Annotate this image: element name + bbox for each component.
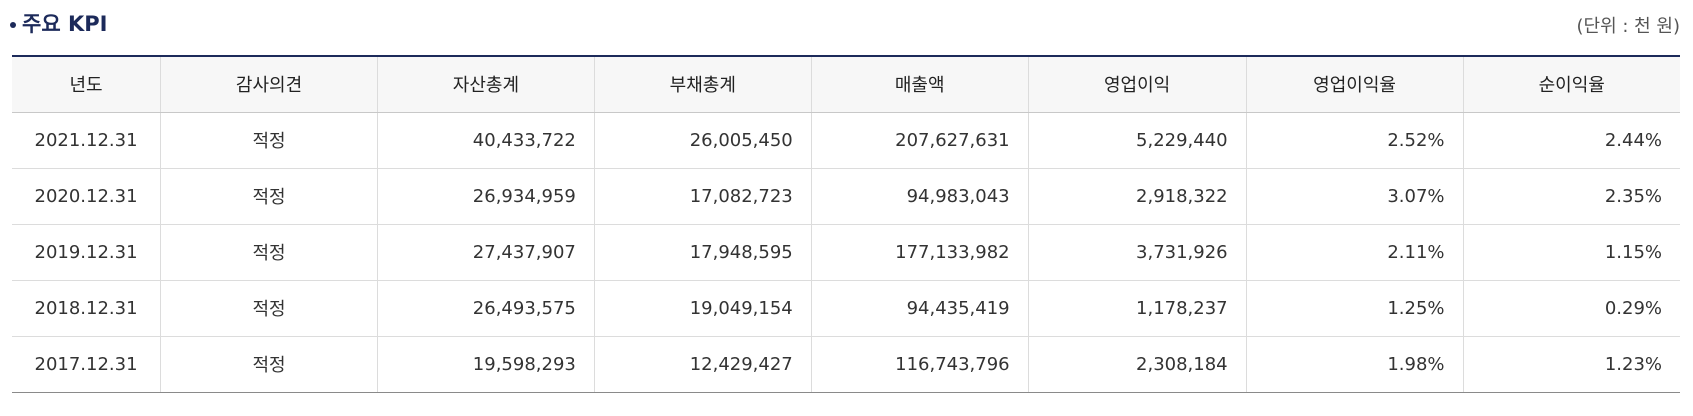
header-total-assets: 자산총계 [377, 55, 595, 113]
header-audit-opinion: 감사의견 [160, 55, 378, 113]
cell-audit-opinion: 적정 [160, 112, 378, 169]
bullet-icon [10, 22, 16, 28]
table-header-row: 년도 감사의견 자산총계 부채총계 매출액 영업이익 영업이익율 순이익율 [12, 55, 1680, 113]
table-row: 2019.12.31 적정 27,437,907 17,948,595 177,… [12, 224, 1680, 281]
cell-total-assets: 27,437,907 [377, 224, 595, 281]
cell-net-margin: 2.35% [1463, 168, 1680, 225]
kpi-table: 년도 감사의견 자산총계 부채총계 매출액 영업이익 영업이익율 순이익율 20… [12, 55, 1680, 393]
cell-year: 2018.12.31 [12, 280, 162, 337]
header-operating-income: 영업이익 [1028, 55, 1247, 113]
cell-operating-income: 2,308,184 [1028, 336, 1247, 393]
cell-year: 2017.12.31 [12, 336, 162, 393]
header-operating-margin: 영업이익율 [1246, 55, 1464, 113]
cell-total-liabilities: 19,049,154 [594, 280, 812, 337]
cell-net-margin: 0.29% [1463, 280, 1680, 337]
section-header: 주요 KPI (단위 : 천 원) [10, 4, 1680, 42]
table-row: 2021.12.31 적정 40,433,722 26,005,450 207,… [12, 112, 1680, 169]
cell-operating-income: 2,918,322 [1028, 168, 1247, 225]
cell-year: 2019.12.31 [12, 224, 162, 281]
cell-operating-margin: 1.25% [1246, 280, 1464, 337]
cell-revenue: 94,983,043 [811, 168, 1029, 225]
cell-total-liabilities: 12,429,427 [594, 336, 812, 393]
section-title: 주요 KPI [10, 8, 107, 38]
cell-net-margin: 1.23% [1463, 336, 1680, 393]
cell-year: 2020.12.31 [12, 168, 162, 225]
table-row: 2020.12.31 적정 26,934,959 17,082,723 94,9… [12, 168, 1680, 225]
cell-audit-opinion: 적정 [160, 280, 378, 337]
table-row: 2017.12.31 적정 19,598,293 12,429,427 116,… [12, 336, 1680, 393]
cell-operating-income: 5,229,440 [1028, 112, 1247, 169]
cell-audit-opinion: 적정 [160, 224, 378, 281]
cell-operating-income: 1,178,237 [1028, 280, 1247, 337]
header-year: 년도 [12, 55, 162, 113]
table-row: 2018.12.31 적정 26,493,575 19,049,154 94,4… [12, 280, 1680, 337]
cell-year: 2021.12.31 [12, 112, 162, 169]
cell-total-liabilities: 17,948,595 [594, 224, 812, 281]
cell-revenue: 207,627,631 [811, 112, 1029, 169]
header-revenue: 매출액 [811, 55, 1029, 113]
cell-total-assets: 26,934,959 [377, 168, 595, 225]
cell-operating-margin: 2.11% [1246, 224, 1464, 281]
cell-total-assets: 40,433,722 [377, 112, 595, 169]
section-title-text: 주요 KPI [22, 12, 108, 36]
cell-operating-income: 3,731,926 [1028, 224, 1247, 281]
cell-operating-margin: 1.98% [1246, 336, 1464, 393]
cell-operating-margin: 3.07% [1246, 168, 1464, 225]
unit-label: (단위 : 천 원) [1576, 16, 1680, 37]
cell-total-liabilities: 17,082,723 [594, 168, 812, 225]
cell-total-assets: 19,598,293 [377, 336, 595, 393]
header-total-liabilities: 부채총계 [594, 55, 812, 113]
cell-audit-opinion: 적정 [160, 336, 378, 393]
cell-total-assets: 26,493,575 [377, 280, 595, 337]
cell-revenue: 116,743,796 [811, 336, 1029, 393]
cell-revenue: 94,435,419 [811, 280, 1029, 337]
header-net-margin: 순이익율 [1463, 55, 1680, 113]
cell-revenue: 177,133,982 [811, 224, 1029, 281]
cell-operating-margin: 2.52% [1246, 112, 1464, 169]
cell-total-liabilities: 26,005,450 [594, 112, 812, 169]
cell-net-margin: 1.15% [1463, 224, 1680, 281]
cell-audit-opinion: 적정 [160, 168, 378, 225]
cell-net-margin: 2.44% [1463, 112, 1680, 169]
